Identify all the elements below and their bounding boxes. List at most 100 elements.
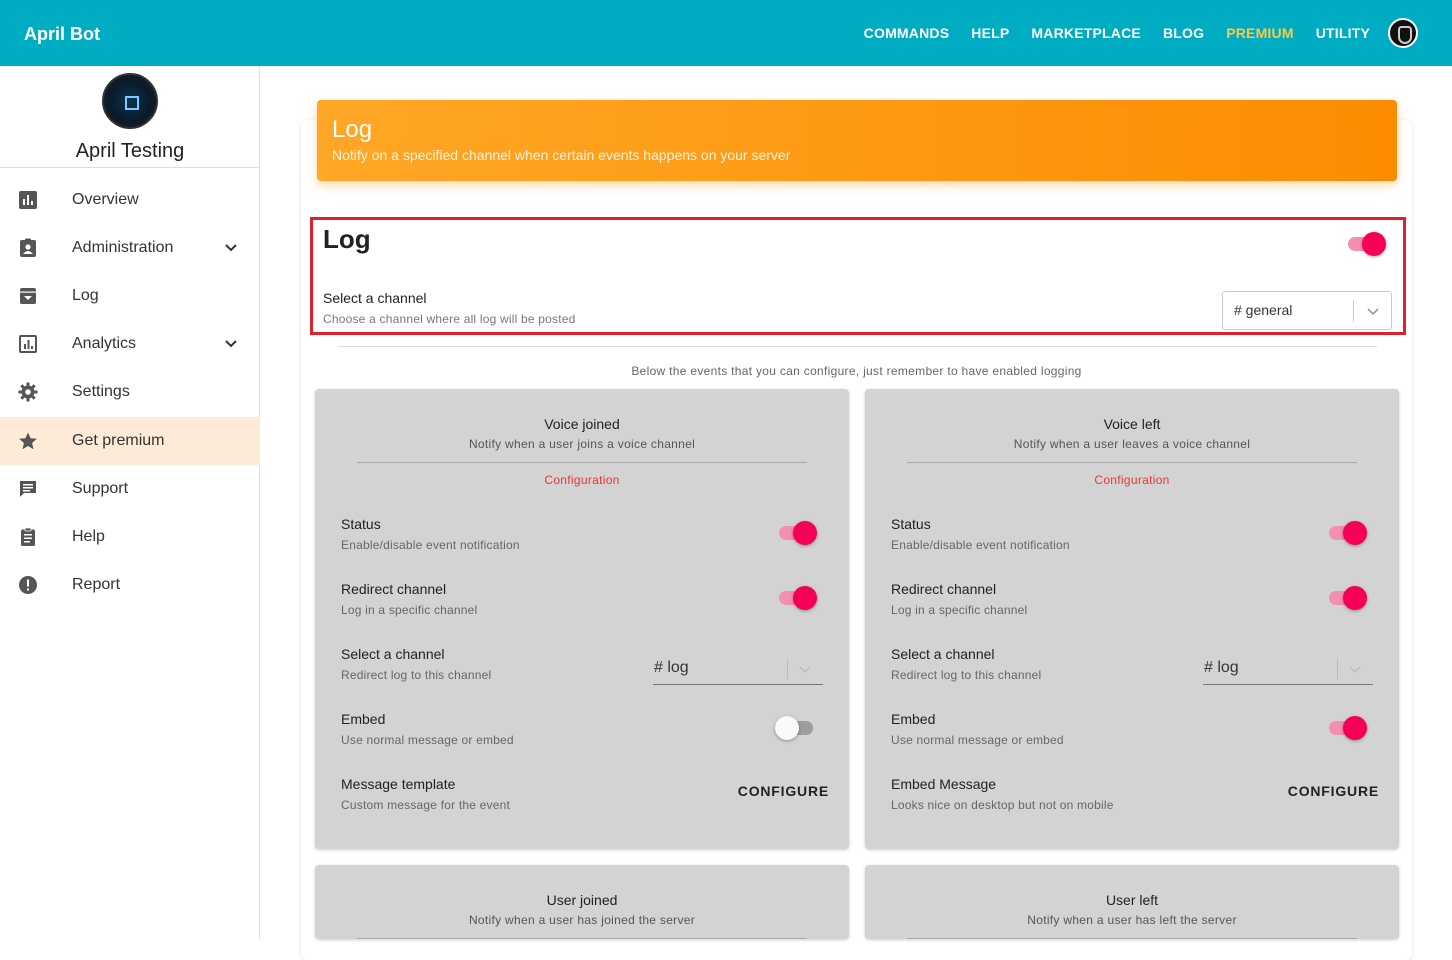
event-card-user-joined: User joined Notify when a user has joine… [315,865,849,939]
redirect-toggle[interactable] [777,586,817,610]
event-subtitle: Notify when a user joins a voice channel [468,437,696,451]
sidebar-item-label: Analytics [72,335,137,352]
select-channel-subtitle: Redirect log to this channel [341,668,492,682]
dropdown-separator [1353,300,1354,322]
sidebar-item-label: Settings [72,383,130,400]
select-channel-subtitle: Redirect log to this channel [891,668,1042,682]
log-enabled-toggle[interactable] [1346,232,1386,256]
sidebar-item-label: Administration [72,239,174,256]
nav-blog[interactable]: BLOG [1163,25,1204,41]
server-avatar [102,73,158,129]
status-toggle[interactable] [1327,521,1367,545]
event-subtitle: Notify when a user has joined the server [468,913,696,927]
page-header-card: Log Notify on a specified channel when c… [317,100,1397,181]
event-card-user-left: User left Notify when a user has left th… [865,865,1399,939]
redirect-toggle[interactable] [1327,586,1367,610]
star-icon [18,431,38,451]
redirect-subtitle: Log in a specific channel [891,603,1028,617]
event-divider [907,462,1357,463]
sidebar-item-get-premium[interactable]: Get premium [0,417,260,465]
sidebar-item-administration[interactable]: Administration [0,224,260,272]
clipboard-icon [18,527,38,547]
event-configuration-label: Configuration [1094,473,1170,487]
embed-title: Embed [891,711,936,727]
sidebar-item-label: Help [72,528,105,545]
event-subtitle: Notify when a user leaves a voice channe… [1013,437,1251,451]
redirect-subtitle: Log in a specific channel [341,603,478,617]
select-channel-title: Select a channel [323,290,427,306]
status-toggle[interactable] [777,521,817,545]
log-section-title: Log [323,224,371,254]
user-avatar[interactable] [1388,18,1418,48]
page-subtitle: Notify on a specified channel when certa… [332,147,791,163]
redirect-channel-value: # log [1204,659,1239,676]
sidebar-item-report[interactable]: Report [0,561,260,609]
chevron-down-icon[interactable] [222,335,240,353]
alert-icon [18,575,38,595]
top-app-bar: April Bot COMMANDS HELP MARKETPLACE BLOG… [0,0,1452,66]
status-subtitle: Enable/disable event notification [341,538,520,552]
sidebar-item-support[interactable]: Support [0,465,260,513]
nav-help[interactable]: HELP [971,25,1009,41]
chevron-down-icon[interactable] [797,661,813,677]
chevron-down-icon[interactable] [1347,661,1363,677]
gear-icon [18,382,38,402]
log-settings-section: Log Select a channel Choose a channel wh… [310,217,1406,335]
chat-icon [18,479,38,499]
configure-button[interactable]: CONFIGURE [1275,783,1379,799]
event-configuration-label: Configuration [544,473,620,487]
sidebar-item-settings[interactable]: Settings [0,368,260,416]
nav-utility[interactable]: UTILITY [1316,25,1370,41]
select-channel-subtitle: Choose a channel where all log will be p… [323,312,576,326]
chevron-down-icon[interactable] [222,239,240,257]
analytics-icon [18,334,38,354]
event-title: Voice joined [544,416,620,432]
badge-icon [18,238,38,258]
redirect-channel-value: # log [654,659,689,676]
log-channel-select[interactable]: # general [1222,291,1392,330]
dropdown-separator [787,659,788,679]
page-title: Log [332,116,373,143]
sidebar-item-overview[interactable]: Overview [0,176,260,224]
chevron-down-icon[interactable] [1365,303,1381,319]
sidebar-item-label: Log [72,287,99,304]
sidebar-item-label: Support [72,480,129,497]
sidebar-item-analytics[interactable]: Analytics [0,320,260,368]
embed-title: Embed [341,711,386,727]
embed-toggle[interactable] [1327,716,1367,740]
sidebar: April Testing Overview Administration Lo… [0,66,260,939]
nav-marketplace[interactable]: MARKETPLACE [1031,25,1141,41]
brand-title[interactable]: April Bot [24,24,100,45]
embed-subtitle: Use normal message or embed [341,733,514,747]
select-channel-title: Select a channel [341,646,445,662]
template-title: Message template [341,776,456,792]
template-subtitle: Custom message for the event [341,798,511,812]
log-channel-value: # general [1234,302,1293,318]
configure-button[interactable]: CONFIGURE [725,783,829,799]
redirect-channel-select[interactable]: # log [1203,651,1373,685]
events-note: Below the events that you can configure,… [631,364,1082,378]
sidebar-item-log[interactable]: Log [0,272,260,320]
event-title: User left [1105,892,1159,908]
event-title: User joined [546,892,618,908]
status-subtitle: Enable/disable event notification [891,538,1070,552]
event-divider [357,462,807,463]
status-title: Status [341,516,381,532]
select-channel-title: Select a channel [891,646,995,662]
dropdown-separator [1337,659,1338,679]
status-title: Status [891,516,931,532]
sidebar-item-help[interactable]: Help [0,513,260,561]
sidebar-divider [0,167,260,168]
sidebar-item-label: Overview [72,191,139,208]
nav-commands[interactable]: COMMANDS [864,25,950,41]
redirect-title: Redirect channel [341,581,447,597]
sidebar-item-label: Get premium [72,432,165,449]
event-card-voice-left: Voice left Notify when a user leaves a v… [865,389,1399,849]
archive-icon [18,286,38,306]
redirect-channel-select[interactable]: # log [653,651,823,685]
server-name: April Testing [75,140,185,162]
embed-toggle[interactable] [775,716,817,740]
top-nav: COMMANDS HELP MARKETPLACE BLOG PREMIUM U… [842,0,1452,66]
sidebar-item-label: Report [72,576,121,593]
nav-premium[interactable]: PREMIUM [1226,25,1294,41]
